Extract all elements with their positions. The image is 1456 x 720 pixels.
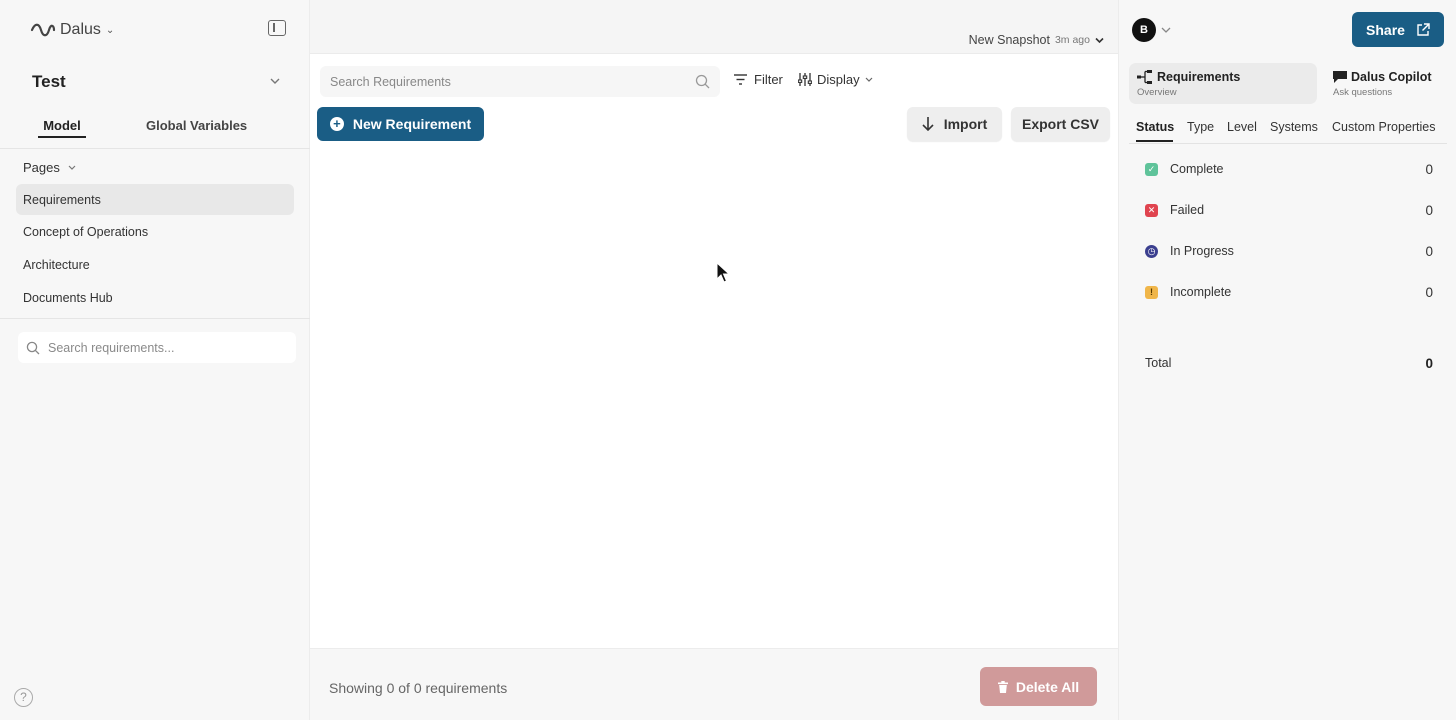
sidebar-search-input[interactable]: [48, 340, 278, 355]
pages-section-toggle[interactable]: Pages: [23, 160, 76, 175]
snapshot-time: 3m ago: [1054, 34, 1090, 46]
tab-custom-properties[interactable]: Custom Properties: [1332, 120, 1436, 134]
status-count: 0: [1425, 161, 1433, 177]
import-button[interactable]: Import: [907, 107, 1002, 141]
active-tab-indicator: [1136, 140, 1173, 142]
results-count: Showing 0 of 0 requirements: [329, 680, 508, 696]
tab-status[interactable]: Status: [1136, 120, 1174, 134]
snapshot-selector[interactable]: New Snapshot 3m ago: [969, 33, 1104, 47]
filter-button[interactable]: Filter: [734, 72, 783, 87]
status-count: 0: [1425, 202, 1433, 218]
tab-model[interactable]: Model: [38, 118, 86, 138]
dalus-logo-icon: [30, 23, 56, 37]
plus-icon: +: [329, 117, 344, 131]
status-label: Complete: [1170, 162, 1224, 176]
total-count: 0: [1425, 355, 1433, 371]
chevron-down-icon: ⌄: [105, 24, 115, 36]
filter-label: Filter: [754, 72, 783, 87]
status-count: 0: [1425, 243, 1433, 259]
external-link-icon: [1417, 23, 1430, 36]
share-button[interactable]: Share: [1352, 12, 1444, 47]
snapshot-label: New Snapshot: [968, 33, 1050, 47]
sidebar-toggle-icon[interactable]: [268, 20, 286, 36]
x-icon: ✕: [1145, 203, 1158, 217]
sidebar-item-architecture[interactable]: Architecture: [16, 249, 294, 280]
import-label: Import: [943, 116, 988, 132]
table-footer: Showing 0 of 0 requirements Delete All: [310, 648, 1118, 720]
requirements-search-input[interactable]: [330, 74, 695, 89]
sidebar-item-requirements[interactable]: Requirements: [16, 184, 294, 215]
top-bar: New Snapshot 3m ago: [310, 0, 1118, 54]
card-title: Dalus Copilot: [1351, 70, 1432, 84]
status-total-row: Total 0: [1145, 353, 1433, 373]
check-icon: ✓: [1145, 162, 1158, 176]
sidebar-item-label: Architecture: [23, 257, 90, 272]
chevron-down-icon: [68, 165, 76, 170]
sidebar-search: [18, 332, 296, 363]
tab-level[interactable]: Level: [1227, 120, 1257, 134]
card-subtitle: Overview: [1137, 87, 1177, 98]
chevron-down-icon[interactable]: [1161, 26, 1171, 34]
chevron-down-icon: [865, 77, 873, 82]
display-button[interactable]: Display: [798, 72, 873, 87]
search-icon: [26, 341, 40, 354]
sidebar-item-label: Concept of Operations: [23, 224, 149, 239]
status-label: Failed: [1170, 203, 1205, 217]
brand-switcher[interactable]: Dalus ⌄: [30, 18, 114, 42]
delete-all-label: Delete All: [1015, 678, 1080, 695]
chat-icon: [1333, 71, 1347, 83]
requirements-overview-card[interactable]: Requirements Overview: [1129, 63, 1317, 104]
status-row-incomplete: ! Incomplete 0: [1145, 282, 1433, 302]
avatar[interactable]: B: [1132, 18, 1156, 42]
status-row-in-progress: ◷ In Progress 0: [1145, 241, 1433, 261]
help-icon[interactable]: ?: [14, 688, 33, 707]
chevron-down-icon: [1095, 37, 1104, 43]
filter-icon: [734, 74, 747, 85]
display-label: Display: [817, 72, 860, 87]
main-content: New Snapshot 3m ago Filter Display: [310, 0, 1118, 720]
status-count: 0: [1425, 284, 1433, 300]
search-icon: [695, 74, 710, 89]
arrow-down-icon: [922, 117, 934, 131]
sidebar-item-concept-of-operations[interactable]: Concept of Operations: [16, 216, 294, 247]
share-label: Share: [1366, 21, 1405, 38]
mouse-cursor-icon: [716, 262, 730, 283]
hierarchy-icon: [1137, 70, 1152, 84]
clock-icon: ◷: [1145, 244, 1158, 258]
status-row-complete: ✓ Complete 0: [1145, 159, 1433, 179]
status-label: In Progress: [1170, 244, 1234, 258]
project-chevron-down-icon[interactable]: [270, 76, 280, 86]
tab-type[interactable]: Type: [1187, 120, 1214, 134]
exclamation-icon: !: [1145, 285, 1158, 299]
export-csv-label: Export CSV: [1021, 116, 1099, 132]
requirements-search: [320, 66, 720, 97]
right-panel: B Share Requirements Overview Dalus Copi…: [1118, 0, 1456, 720]
status-row-failed: ✕ Failed 0: [1145, 200, 1433, 220]
left-sidebar: Dalus ⌄ Test Model Global Variables Page…: [0, 0, 310, 720]
divider: [1129, 143, 1447, 144]
divider: [0, 148, 310, 149]
dalus-copilot-card[interactable]: Dalus Copilot Ask questions: [1325, 63, 1445, 104]
sidebar-item-label: Requirements: [23, 192, 101, 207]
card-title: Requirements: [1157, 70, 1241, 84]
pages-label: Pages: [23, 160, 60, 175]
delete-all-button[interactable]: Delete All: [980, 667, 1097, 706]
new-requirement-button[interactable]: + New Requirement: [317, 107, 484, 141]
card-subtitle: Ask questions: [1333, 87, 1393, 98]
sidebar-item-documents-hub[interactable]: Documents Hub: [16, 282, 294, 313]
trash-icon: [997, 680, 1008, 693]
divider: [0, 318, 310, 319]
new-requirement-label: New Requirement: [352, 116, 472, 132]
tab-systems[interactable]: Systems: [1270, 120, 1318, 134]
sidebar-item-label: Documents Hub: [23, 290, 113, 305]
total-label: Total: [1145, 356, 1172, 370]
project-name: Test: [32, 72, 66, 91]
brand-name: Dalus: [60, 21, 101, 38]
status-label: Incomplete: [1170, 285, 1232, 299]
sliders-icon: [798, 73, 812, 86]
export-csv-button[interactable]: Export CSV: [1011, 107, 1110, 141]
tab-global-variables[interactable]: Global Variables: [146, 118, 247, 133]
